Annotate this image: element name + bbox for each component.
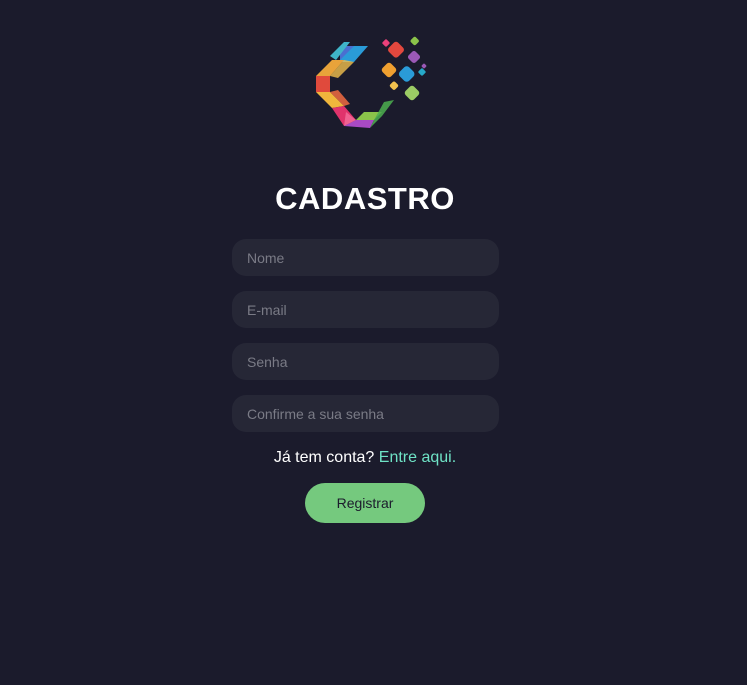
signup-form — [232, 239, 499, 447]
register-button[interactable]: Registrar — [305, 483, 425, 523]
signup-page: CADASTRO Já tem conta? Entre aqui. Regis… — [0, 0, 747, 685]
confirm-password-input[interactable] — [232, 395, 499, 432]
email-input[interactable] — [232, 291, 499, 328]
login-link[interactable]: Entre aqui. — [379, 449, 456, 466]
password-input[interactable] — [232, 343, 499, 380]
name-input[interactable] — [232, 239, 499, 276]
login-prompt-line: Já tem conta? Entre aqui. — [0, 448, 730, 468]
page-title: CADASTRO — [275, 181, 455, 216]
colorful-c-logo-icon — [316, 36, 427, 128]
login-prompt-text: Já tem conta? — [273, 449, 375, 466]
